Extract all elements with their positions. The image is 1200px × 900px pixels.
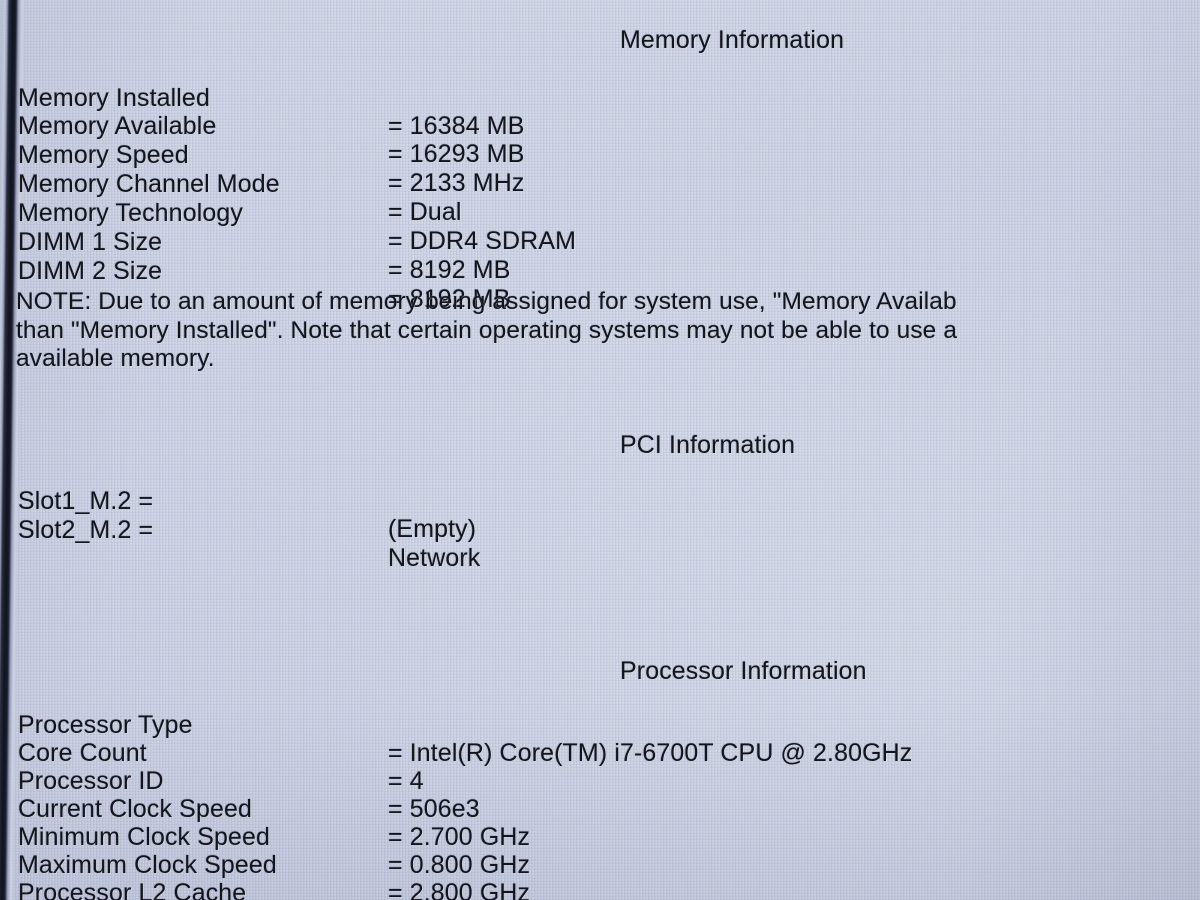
row-label: Processor L2 Cache xyxy=(18,879,247,900)
row-label: Memory Speed xyxy=(18,141,189,169)
row-label: Maximum Clock Speed xyxy=(18,851,277,879)
row-label: Memory Technology xyxy=(18,199,243,227)
row-value: Network xyxy=(388,544,481,572)
row-value: = 4 xyxy=(388,767,424,795)
row-label: Memory Installed xyxy=(18,84,210,112)
memory-note-line: than "Memory Installed". Note that certa… xyxy=(16,317,958,344)
row-label: Slot2_M.2 = xyxy=(18,516,154,544)
row-value: = Dual xyxy=(388,198,462,226)
row-value: (Empty) xyxy=(388,515,477,543)
row-label: Minimum Clock Speed xyxy=(18,823,270,851)
row-value: = 16293 MB xyxy=(388,140,525,168)
table-row: Slot2_M.2 = Network xyxy=(0,488,480,600)
table-row: Processor L3 Cache = 8192 KB xyxy=(0,879,42,900)
row-value: = Intel(R) Core(TM) i7-6700T CPU @ 2.80G… xyxy=(388,739,913,767)
section-heading-processor-information: Processor Information xyxy=(620,657,867,685)
row-value: = DDR4 SDRAM xyxy=(388,227,577,255)
section-heading-memory-information: Memory Information xyxy=(620,26,845,54)
system-information-page: Memory Information Memory Installed = 16… xyxy=(0,0,1200,900)
row-label: DIMM 2 Size xyxy=(18,257,163,285)
row-value: = 0.800 GHz xyxy=(388,851,531,879)
row-label: Processor Type xyxy=(18,711,193,739)
row-value: = 506e3 xyxy=(388,795,480,823)
row-value: = 2133 MHz xyxy=(388,169,525,197)
section-heading-pci-information: PCI Information xyxy=(620,431,796,459)
memory-note-line: NOTE: Due to an amount of memory being a… xyxy=(16,288,957,315)
row-value: = 8192 MB xyxy=(388,256,511,284)
row-label: Memory Channel Mode xyxy=(18,170,280,198)
row-value: = 2.700 GHz xyxy=(388,823,531,851)
row-value: = 16384 MB xyxy=(388,112,525,140)
bios-setup-screen: Memory Information Memory Installed = 16… xyxy=(0,0,1200,900)
row-label: Memory Available xyxy=(18,112,217,140)
row-value: = 2.800 GHz xyxy=(388,879,531,900)
memory-note-line: available memory. xyxy=(16,345,215,372)
row-label: Current Clock Speed xyxy=(18,795,252,823)
